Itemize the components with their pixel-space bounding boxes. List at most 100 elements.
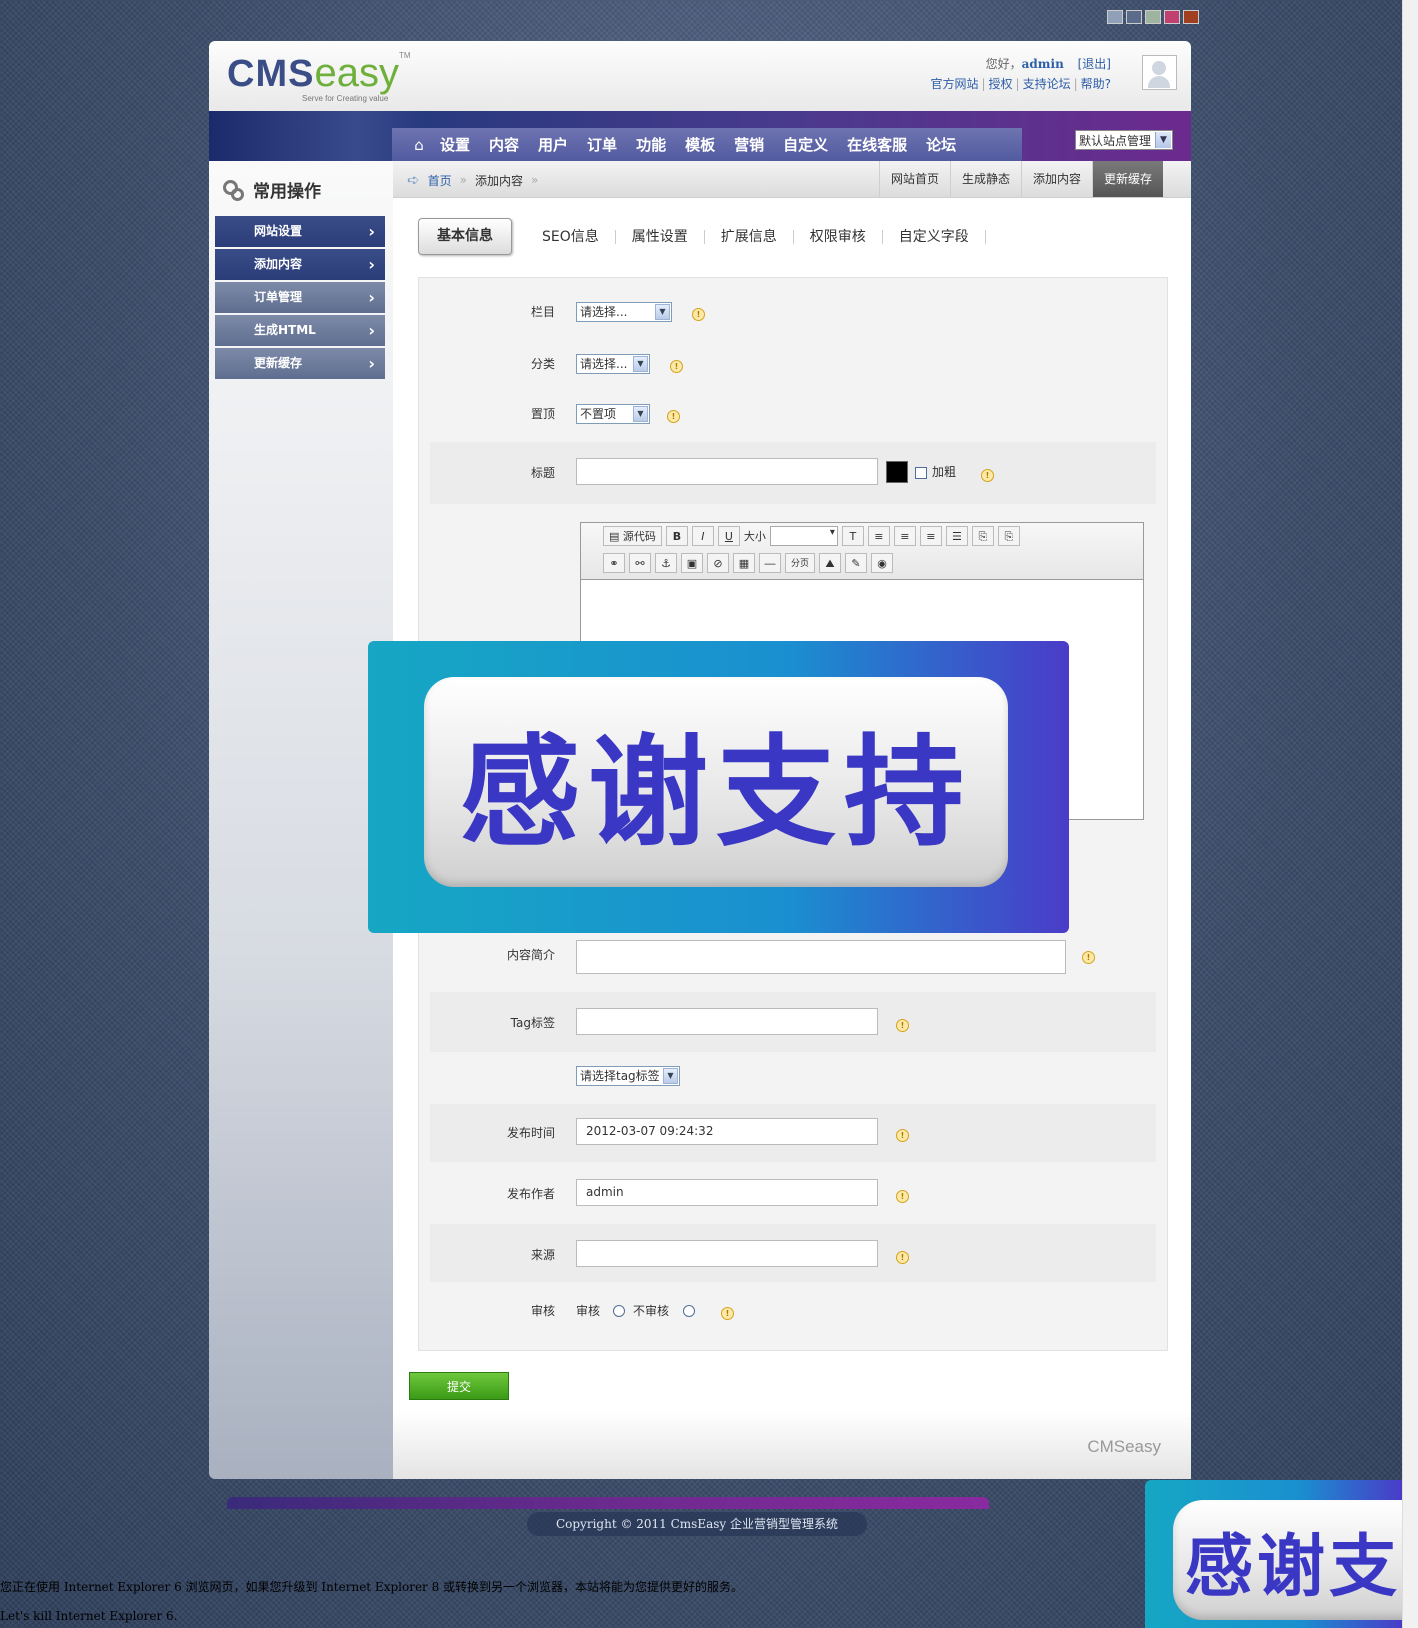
quick-link-site-home[interactable]: 网站首页 [878, 161, 950, 197]
paste-text-icon[interactable]: ⎘ [997, 526, 1020, 546]
category-label: 分类 [530, 357, 555, 371]
form-row-pubtime: 发布时间 2012-03-07 09:24:32 ! [430, 1104, 1156, 1162]
audit-no-label: 不审核 [633, 1304, 670, 1318]
tag-select[interactable]: 请选择tag标签 ▼ [576, 1066, 680, 1086]
eraser-icon[interactable]: ✎ [845, 553, 868, 573]
editor-bold-button[interactable]: B [665, 526, 688, 546]
summary-input[interactable] [576, 940, 1066, 974]
help-link[interactable]: 帮助? [1081, 77, 1111, 91]
nav-item-forum[interactable]: 论坛 [926, 134, 956, 155]
chevron-down-icon: ▼ [1155, 132, 1171, 148]
audit-no-radio[interactable] [683, 1305, 695, 1317]
chevron-down-icon: ▼ [633, 406, 648, 422]
source-label: 来源 [530, 1248, 555, 1262]
tab-seo-info[interactable]: SEO信息 [526, 229, 616, 244]
sidebar-title: 常用操作 [223, 177, 321, 202]
sidebar-item-site-settings[interactable]: 网站设置 › [215, 216, 385, 247]
editor-italic-button[interactable]: I [691, 526, 714, 546]
column-select[interactable]: 请选择... ▼ [576, 302, 672, 322]
anchor-icon[interactable]: ⚓ [655, 553, 677, 573]
flash-icon[interactable]: ⊘ [707, 553, 729, 573]
table-icon[interactable]: ▦ [733, 553, 755, 573]
editor-size-select[interactable] [769, 526, 838, 546]
page-scrollbar[interactable] [1402, 0, 1418, 1628]
site-select[interactable]: 默认站点管理 ▼ [1075, 130, 1173, 150]
paste-icon[interactable]: ⎘ [971, 526, 994, 546]
submit-button[interactable]: 提交 [409, 1372, 509, 1400]
thanks-banner[interactable]: 感谢支持 [368, 641, 1069, 933]
nav-item-functions[interactable]: 功能 [636, 134, 666, 155]
sidebar-item-update-cache[interactable]: 更新缓存 › [215, 348, 385, 379]
tag-input[interactable] [576, 1008, 878, 1035]
tab-attributes[interactable]: 属性设置 [616, 229, 705, 244]
align-center-icon[interactable]: ≡ [893, 526, 916, 546]
editor-underline-button[interactable]: U [717, 526, 740, 546]
theme-swatch[interactable] [1183, 10, 1199, 24]
tab-custom-fields[interactable]: 自定义字段 [883, 229, 986, 244]
nav-item-marketing[interactable]: 营销 [734, 134, 764, 155]
nav-item-orders[interactable]: 订单 [587, 134, 617, 155]
upload-icon[interactable]: ⛰ [819, 553, 842, 573]
footer-logo: CMSeasy [1087, 1437, 1161, 1456]
form-row-tag-select: 请选择tag标签 ▼ [430, 1054, 1156, 1098]
nav-item-settings[interactable]: 设置 [440, 134, 470, 155]
image-icon[interactable]: ▣ [681, 553, 703, 573]
tab-permission-audit[interactable]: 权限审核 [794, 229, 883, 244]
page-break-button[interactable]: 分页 [785, 553, 816, 573]
link-icon[interactable]: ⚭ [603, 553, 625, 573]
source-input[interactable] [576, 1240, 878, 1267]
pubtime-input[interactable]: 2012-03-07 09:24:32 [576, 1118, 878, 1145]
text-color-icon[interactable]: T [841, 526, 864, 546]
title-color-picker[interactable] [886, 461, 908, 483]
audit-yes-radio[interactable] [613, 1305, 625, 1317]
cmseasy-logo[interactable]: CMSeasyTM Serve for Creating value [227, 51, 411, 103]
nav-item-users[interactable]: 用户 [538, 134, 568, 155]
audit-yes-label: 审核 [576, 1304, 601, 1318]
info-icon: ! [692, 308, 705, 321]
thanks-banner-corner[interactable]: 感谢支 [1145, 1480, 1402, 1628]
logout-link[interactable]: [退出] [1078, 57, 1111, 71]
official-site-link[interactable]: 官方网站 [930, 77, 978, 91]
forum-link[interactable]: 支持论坛 [1023, 77, 1071, 91]
theme-swatch[interactable] [1107, 10, 1123, 24]
tab-basic-info[interactable]: 基本信息 [418, 218, 512, 255]
breadcrumb-home[interactable]: 首页 [428, 172, 452, 189]
sidebar-item-generate-html[interactable]: 生成HTML › [215, 315, 385, 346]
align-left-icon[interactable]: ≡ [867, 526, 890, 546]
sidebar-item-order-management[interactable]: 订单管理 › [215, 282, 385, 313]
author-input[interactable]: admin [576, 1179, 878, 1206]
align-right-icon[interactable]: ≡ [919, 526, 942, 546]
nav-item-custom[interactable]: 自定义 [783, 134, 828, 155]
quick-link-update-cache[interactable]: 更新缓存 [1091, 161, 1163, 197]
form-row-summary: 内容简介 ! [430, 930, 1156, 986]
username-link[interactable]: admin [1022, 57, 1064, 71]
nav-item-content[interactable]: 内容 [489, 134, 519, 155]
bold-checkbox[interactable] [915, 467, 927, 479]
info-icon: ! [896, 1251, 909, 1264]
avatar[interactable] [1142, 55, 1177, 90]
greeting: 您好， [985, 57, 1022, 71]
nav-item-online-service[interactable]: 在线客服 [847, 134, 907, 155]
tab-extended-info[interactable]: 扩展信息 [705, 229, 794, 244]
quick-link-add-content[interactable]: 添加内容 [1020, 161, 1092, 197]
top-select[interactable]: 不置项 ▼ [576, 404, 650, 424]
gears-icon [223, 179, 244, 201]
horizontal-rule-icon[interactable]: ― [759, 553, 781, 573]
quick-link-generate-static[interactable]: 生成静态 [949, 161, 1021, 197]
title-input[interactable] [576, 458, 878, 485]
preview-icon[interactable]: ◉ [871, 553, 894, 573]
license-link[interactable]: 授权 [989, 77, 1013, 91]
nav-item-templates[interactable]: 模板 [685, 134, 715, 155]
theme-swatch[interactable] [1164, 10, 1180, 24]
home-icon[interactable]: ⌂ [406, 132, 432, 158]
category-select[interactable]: 请选择... ▼ [576, 354, 650, 374]
theme-swatch[interactable] [1145, 10, 1161, 24]
chevron-down-icon: ▼ [633, 356, 648, 372]
logo-tagline: Serve for Creating value [302, 94, 389, 103]
ie-warning-secondary: Let's kill Internet Explorer 6. [0, 1609, 178, 1623]
sidebar-item-add-content[interactable]: 添加内容 › [215, 249, 385, 280]
theme-swatch[interactable] [1126, 10, 1142, 24]
unlink-icon[interactable]: ⚯ [629, 553, 651, 573]
editor-source-button[interactable]: ▤ 源代码 [603, 526, 662, 546]
align-justify-icon[interactable]: ☰ [945, 526, 968, 546]
